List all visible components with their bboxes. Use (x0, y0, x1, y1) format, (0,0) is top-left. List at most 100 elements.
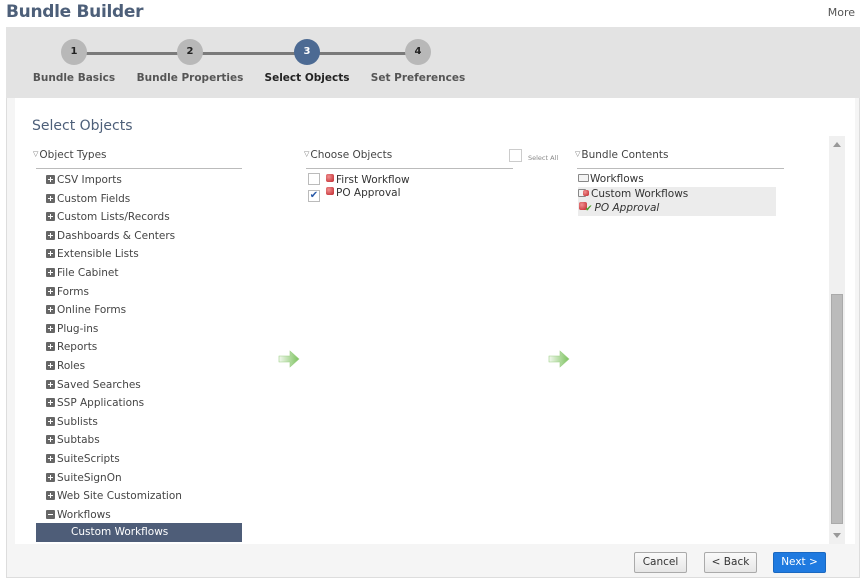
step-4-label[interactable]: Set Preferences (371, 72, 465, 84)
add-to-bundle-arrow-icon[interactable] (548, 350, 570, 368)
folder-icon (578, 174, 589, 182)
bundle-item-label: Custom Workflows (591, 188, 689, 200)
tree-item-label: Plug-ins (57, 322, 99, 335)
bundle-contents-heading: Bundle Contents (581, 149, 669, 161)
tree-item-label: File Cabinet (57, 267, 119, 279)
tree-item-custom-workflows[interactable]: Custom Workflows (36, 523, 242, 542)
tree-item-label: Web Site Customization (57, 490, 182, 503)
tree-item-label: Sublists (57, 415, 98, 428)
expand-plus-icon[interactable] (46, 175, 55, 184)
bundle-item-po-approval[interactable]: ✔ PO Approval (579, 202, 659, 214)
expand-plus-icon[interactable] (46, 323, 55, 333)
object-item-first-workflow[interactable]: First Workflow (308, 173, 410, 186)
back-button[interactable]: < Back (704, 552, 757, 573)
tree-item[interactable]: Custom Fields (46, 193, 130, 205)
tree-item[interactable]: CSV Imports (46, 174, 122, 186)
expand-plus-icon[interactable] (46, 435, 55, 445)
expand-plus-icon[interactable] (46, 268, 55, 277)
tree-item[interactable]: SSP Applications (46, 397, 144, 409)
object-checkbox[interactable] (308, 173, 320, 185)
expand-plus-icon[interactable] (46, 193, 55, 203)
bundle-item-custom-workflows[interactable]: Custom Workflows (578, 188, 688, 200)
vertical-scrollbar[interactable] (829, 136, 845, 544)
tree-item[interactable]: Subtabs (46, 434, 100, 446)
bundle-contents-header[interactable]: ▽Bundle Contents (575, 149, 669, 161)
tree-item[interactable]: SuiteScripts (46, 453, 120, 465)
expand-plus-icon[interactable] (46, 342, 55, 352)
expand-plus-icon[interactable] (46, 379, 55, 389)
tree-item[interactable]: SuiteSignOn (46, 472, 122, 484)
expand-plus-icon[interactable] (46, 491, 55, 501)
expand-plus-icon[interactable] (46, 212, 55, 222)
select-objects-panel: Select Objects ▽Object Types CSV Imports… (15, 98, 855, 544)
tree-item[interactable]: Web Site Customization (46, 490, 182, 502)
step-4-circle: 4 (405, 39, 431, 65)
expand-plus-icon[interactable] (46, 305, 55, 315)
expand-plus-icon[interactable] (46, 416, 55, 426)
object-label: PO Approval (336, 187, 401, 199)
tree-item-label: Reports (57, 341, 98, 354)
expand-plus-icon[interactable] (46, 230, 55, 240)
add-arrow-icon[interactable] (278, 350, 300, 368)
green-check-icon: ✔ (585, 204, 593, 214)
tree-item[interactable]: Workflows (46, 509, 111, 521)
cancel-button[interactable]: Cancel (634, 552, 687, 573)
step-1-label[interactable]: Bundle Basics (33, 72, 115, 84)
tree-item[interactable]: File Cabinet (46, 267, 119, 279)
collapse-minus-icon[interactable] (46, 509, 55, 519)
tree-item-label: CSV Imports (57, 174, 122, 186)
page-title: Bundle Builder (6, 2, 144, 22)
workflow-object-icon (326, 174, 334, 182)
tree-item-label: Online Forms (57, 304, 127, 317)
tree-item-label: Subtabs (57, 434, 100, 447)
collapse-triangle-icon: ▽ (33, 150, 39, 158)
tree-item[interactable]: Reports (46, 341, 97, 353)
scroll-down-icon[interactable] (833, 533, 841, 538)
workflow-object-icon (583, 190, 589, 196)
expand-plus-icon[interactable] (46, 398, 55, 408)
bundle-item-label: Workflows (590, 173, 644, 185)
expand-plus-icon[interactable] (46, 454, 55, 463)
scrollbar-thumb[interactable] (831, 294, 843, 524)
expand-plus-icon[interactable] (46, 249, 55, 259)
tree-item[interactable]: Forms (46, 286, 89, 298)
tree-item[interactable]: Sublists (46, 416, 98, 428)
choose-objects-heading: Choose Objects (310, 149, 393, 161)
select-all-checkbox[interactable] (509, 149, 522, 162)
object-types-header[interactable]: ▽Object Types (33, 149, 107, 161)
tree-item[interactable]: Online Forms (46, 304, 126, 316)
expand-plus-icon[interactable] (46, 472, 55, 482)
tree-item-label: Dashboards & Centers (57, 229, 176, 242)
select-all-label[interactable]: Select All (528, 154, 558, 162)
tree-item-label: Saved Searches (57, 378, 141, 391)
content-panel: Select Objects ▽Object Types CSV Imports… (6, 98, 860, 578)
step-3-circle: 3 (294, 39, 320, 65)
object-checkbox-checked[interactable]: ✔ (308, 190, 320, 202)
step-3-label: Select Objects (264, 72, 350, 84)
tree-item[interactable]: Roles (46, 360, 85, 372)
tree-item[interactable]: Custom Lists/Records (46, 211, 170, 223)
step-2-label[interactable]: Bundle Properties (137, 72, 244, 84)
bundle-item-workflows[interactable]: Workflows (578, 173, 644, 185)
tree-item-label: SuiteScripts (57, 453, 120, 465)
bundle-item-label: PO Approval (594, 202, 660, 214)
tree-item[interactable]: Plug-ins (46, 323, 98, 335)
tree-item-label: Forms (57, 285, 89, 298)
tree-item-label: Roles (57, 360, 86, 372)
collapse-triangle-icon: ▽ (575, 150, 581, 158)
expand-plus-icon[interactable] (46, 361, 55, 370)
tree-item[interactable]: Dashboards & Centers (46, 230, 175, 242)
tree-item[interactable]: Saved Searches (46, 379, 141, 391)
choose-objects-header[interactable]: ▽Choose Objects (304, 149, 392, 161)
step-2-circle: 2 (177, 39, 203, 65)
tree-item[interactable]: Extensible Lists (46, 248, 139, 260)
tree-item-label: SSP Applications (57, 397, 145, 410)
more-link[interactable]: More (828, 6, 855, 19)
object-item-po-approval[interactable]: ✔ PO Approval (308, 187, 401, 202)
divider (36, 168, 242, 169)
scroll-up-icon[interactable] (833, 142, 841, 147)
tree-item-label: Custom Fields (57, 192, 131, 205)
expand-plus-icon[interactable] (46, 286, 55, 296)
step-1-circle: 1 (61, 39, 87, 65)
next-button[interactable]: Next > (773, 552, 826, 573)
